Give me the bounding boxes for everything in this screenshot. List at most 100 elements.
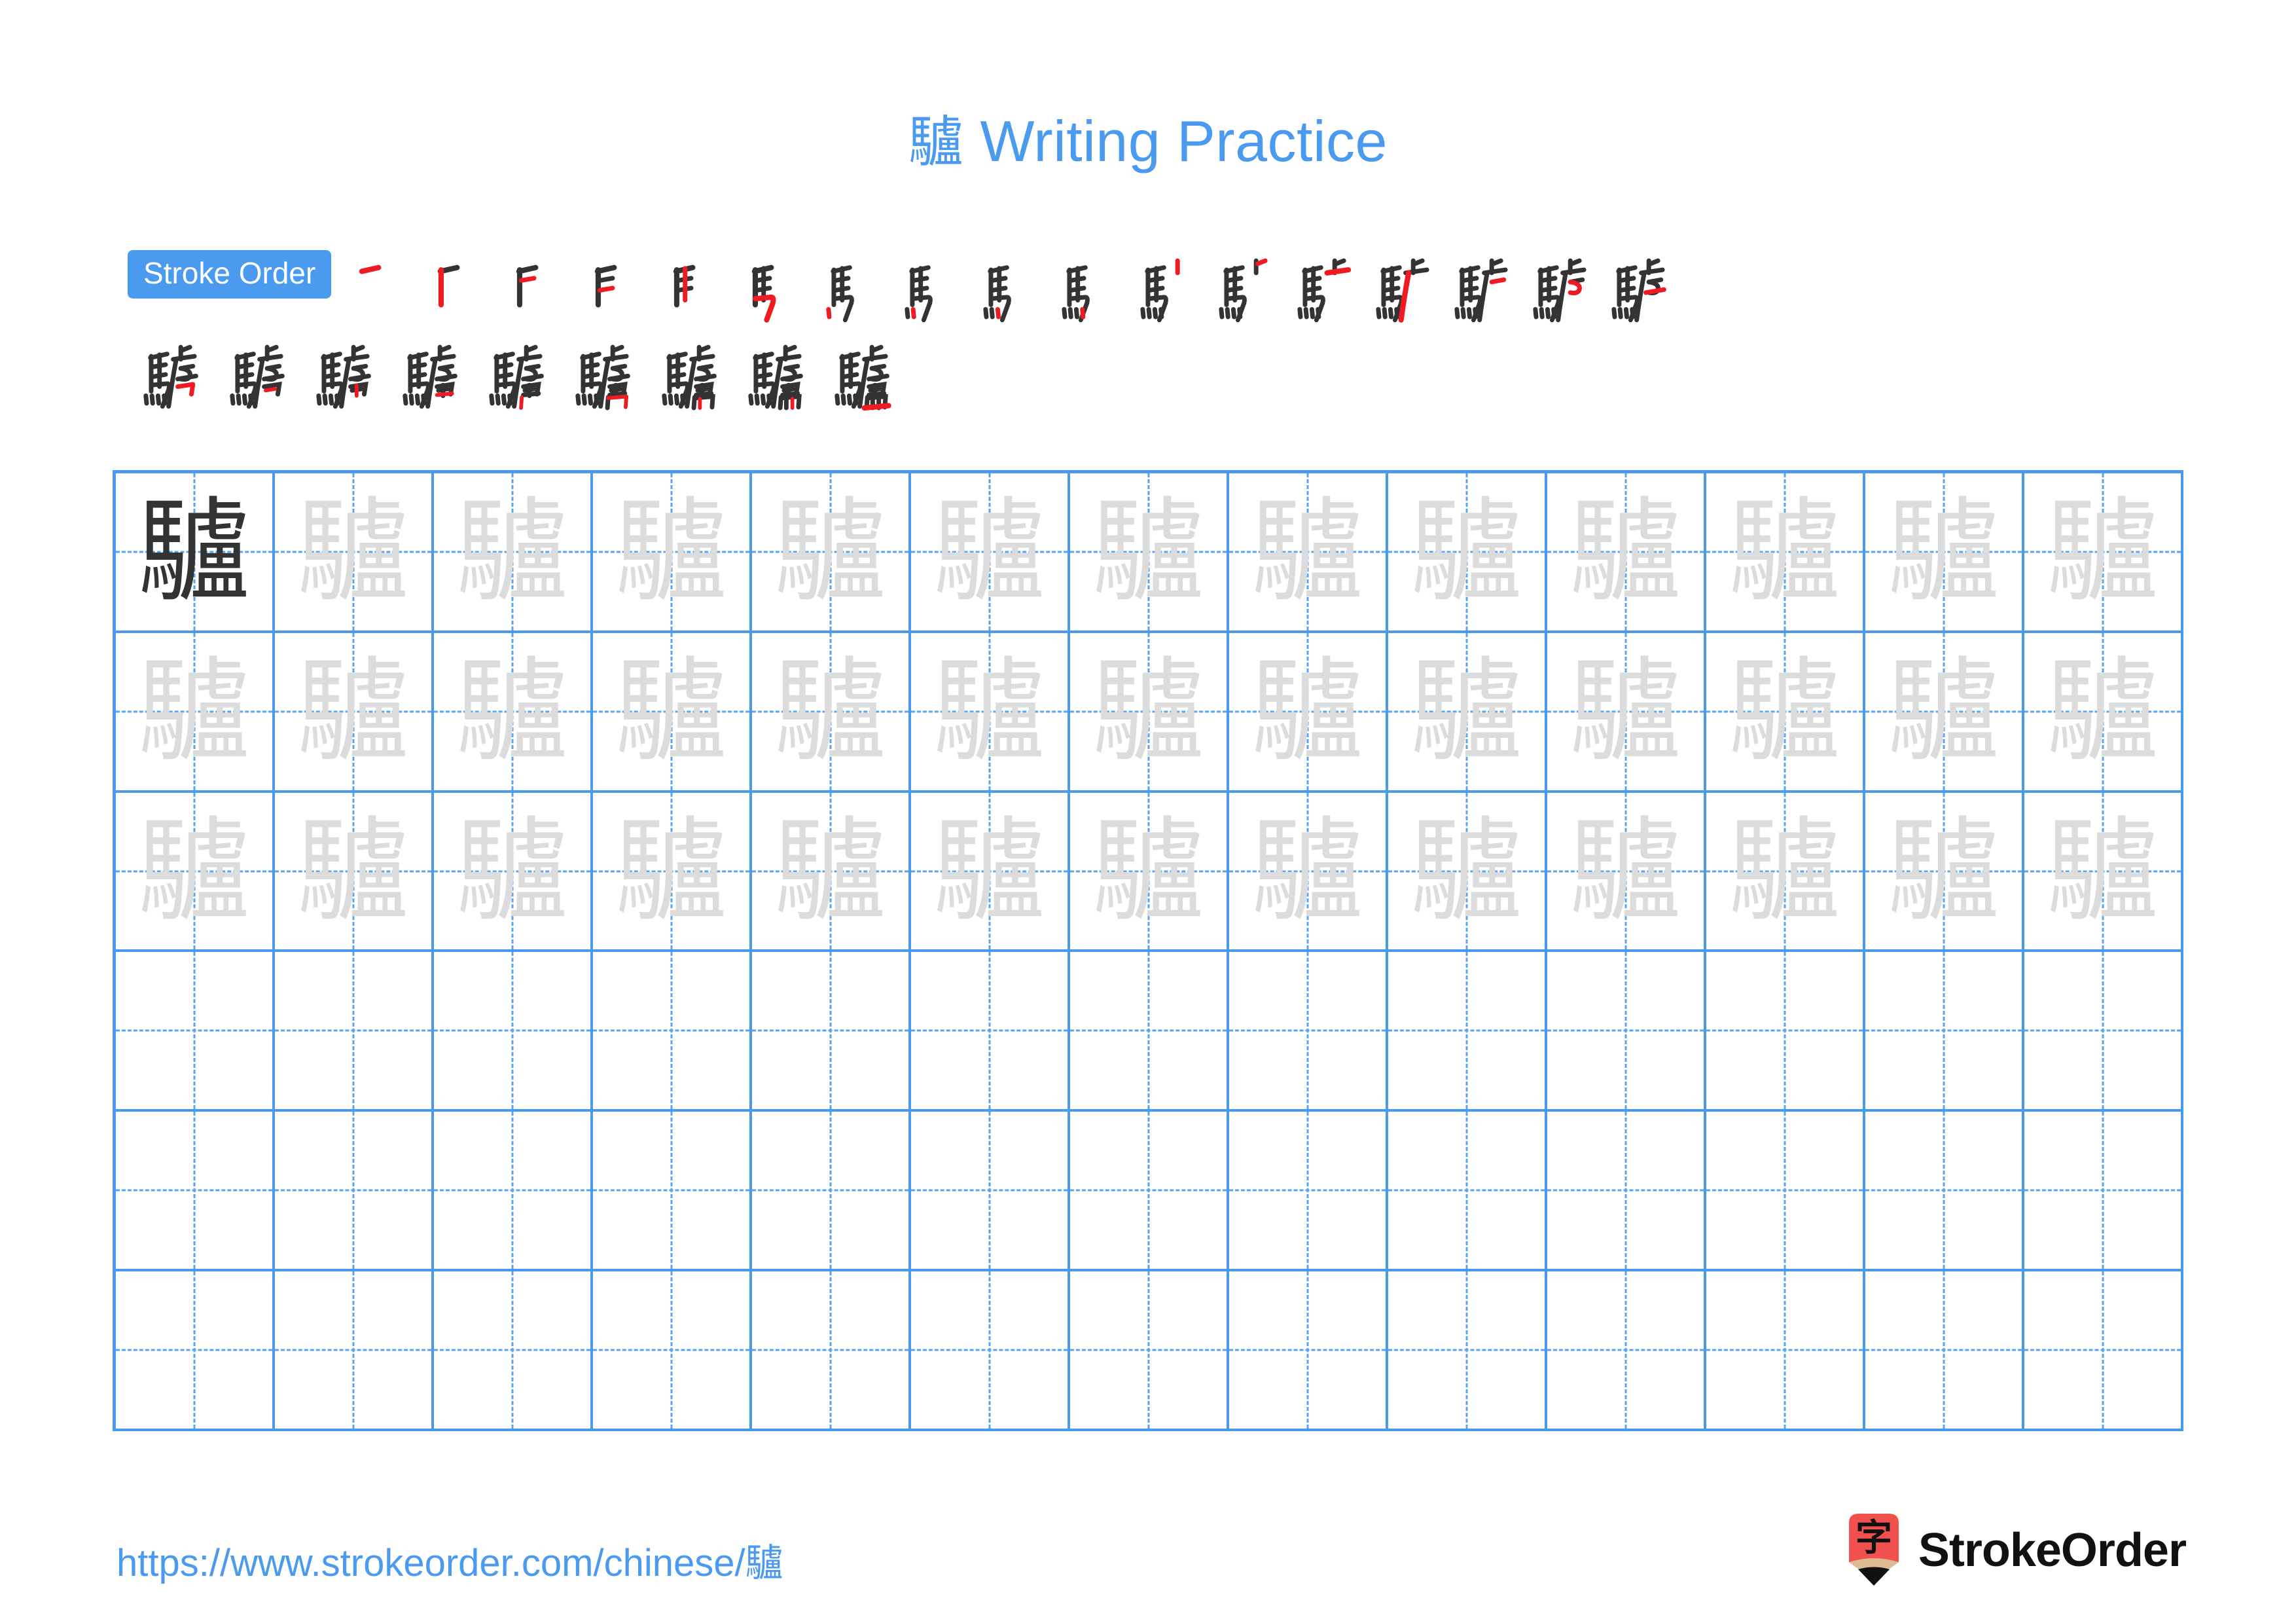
practice-cell-r4-c2[interactable] — [275, 952, 434, 1112]
practice-cell-r1-c2[interactable]: 驢 — [275, 473, 434, 633]
practice-cell-r6-c10[interactable] — [1547, 1271, 1706, 1431]
practice-cell-r6-c8[interactable] — [1229, 1271, 1388, 1431]
trace-character: 驢 — [1569, 485, 1682, 617]
practice-cell-r3-c9[interactable]: 驢 — [1388, 792, 1547, 953]
practice-cell-r3-c2[interactable]: 驢 — [275, 792, 434, 953]
stroke-step-14 — [1360, 250, 1436, 326]
practice-cell-r5-c6[interactable] — [911, 1112, 1070, 1272]
practice-cell-r2-c13[interactable]: 驢 — [2024, 632, 2183, 793]
practice-cell-r1-c13[interactable]: 驢 — [2024, 473, 2183, 633]
practice-cell-r6-c6[interactable] — [911, 1271, 1070, 1431]
practice-cell-r3-c4[interactable]: 驢 — [593, 792, 752, 953]
practice-cell-r3-c8[interactable]: 驢 — [1229, 792, 1388, 953]
practice-cell-r6-c5[interactable] — [752, 1271, 911, 1431]
practice-cell-r2-c1[interactable]: 驢 — [116, 632, 275, 793]
practice-cell-r3-c5[interactable]: 驢 — [752, 792, 911, 953]
practice-cell-r5-c12[interactable] — [1865, 1112, 2024, 1272]
practice-cell-r2-c7[interactable]: 驢 — [1070, 632, 1229, 793]
practice-cell-r6-c13[interactable] — [2024, 1271, 2183, 1431]
practice-cell-r1-c10[interactable]: 驢 — [1547, 473, 1706, 633]
practice-cell-r3-c12[interactable]: 驢 — [1865, 792, 2024, 953]
practice-cell-r2-c2[interactable]: 驢 — [275, 632, 434, 793]
practice-cell-r5-c8[interactable] — [1229, 1112, 1388, 1272]
stroke-step-2 — [418, 250, 493, 326]
stroke-step-3 — [496, 250, 572, 326]
practice-cell-r4-c11[interactable] — [1706, 952, 1865, 1112]
practice-cell-r2-c5[interactable]: 驢 — [752, 632, 911, 793]
practice-cell-r6-c1[interactable] — [116, 1271, 275, 1431]
practice-cell-r1-c9[interactable]: 驢 — [1388, 473, 1547, 633]
stroke-step-23 — [560, 337, 636, 412]
trace-character: 驢 — [615, 645, 728, 777]
practice-cell-r4-c3[interactable] — [434, 952, 593, 1112]
practice-cell-r5-c7[interactable] — [1070, 1112, 1229, 1272]
trace-character: 驢 — [615, 805, 728, 937]
practice-cell-r5-c11[interactable] — [1706, 1112, 1865, 1272]
practice-cell-r5-c1[interactable] — [116, 1112, 275, 1272]
practice-cell-r2-c8[interactable]: 驢 — [1229, 632, 1388, 793]
practice-cell-r4-c5[interactable] — [752, 952, 911, 1112]
practice-cell-r3-c3[interactable]: 驢 — [434, 792, 593, 953]
practice-cell-r1-c7[interactable]: 驢 — [1070, 473, 1229, 633]
practice-cell-r2-c4[interactable]: 驢 — [593, 632, 752, 793]
practice-cell-r2-c10[interactable]: 驢 — [1547, 632, 1706, 793]
footer-logo[interactable]: 字 StrokeOrder — [1844, 1512, 2187, 1588]
stroke-step-11 — [1124, 250, 1200, 326]
practice-cell-r4-c10[interactable] — [1547, 952, 1706, 1112]
practice-cell-r4-c9[interactable] — [1388, 952, 1547, 1112]
practice-cell-r6-c12[interactable] — [1865, 1271, 2024, 1431]
stroke-step-17 — [1596, 250, 1672, 326]
page-title: 驢 Writing Practice — [0, 98, 2296, 177]
pencil-logo-icon: 字 — [1844, 1512, 1904, 1588]
practice-cell-r4-c12[interactable] — [1865, 952, 2024, 1112]
practice-cell-r6-c2[interactable] — [275, 1271, 434, 1431]
practice-cell-r4-c1[interactable] — [116, 952, 275, 1112]
practice-cell-r3-c7[interactable]: 驢 — [1070, 792, 1229, 953]
practice-cell-r1-c12[interactable]: 驢 — [1865, 473, 2024, 633]
practice-cell-r6-c11[interactable] — [1706, 1271, 1865, 1431]
practice-cell-r6-c4[interactable] — [593, 1271, 752, 1431]
model-character: 驢 — [137, 485, 251, 617]
trace-character: 驢 — [1410, 485, 1523, 617]
practice-cell-r2-c3[interactable]: 驢 — [434, 632, 593, 793]
practice-cell-r4-c13[interactable] — [2024, 952, 2183, 1112]
practice-cell-r5-c4[interactable] — [593, 1112, 752, 1272]
practice-cell-r6-c3[interactable] — [434, 1271, 593, 1431]
practice-cell-r1-c8[interactable]: 驢 — [1229, 473, 1388, 633]
practice-cell-r4-c6[interactable] — [911, 952, 1070, 1112]
practice-cell-r3-c11[interactable]: 驢 — [1706, 792, 1865, 953]
trace-character: 驢 — [933, 485, 1046, 617]
practice-cell-r3-c10[interactable]: 驢 — [1547, 792, 1706, 953]
practice-cell-r6-c7[interactable] — [1070, 1271, 1229, 1431]
practice-cell-r5-c9[interactable] — [1388, 1112, 1547, 1272]
practice-cell-r4-c8[interactable] — [1229, 952, 1388, 1112]
trace-character: 驢 — [1728, 645, 1841, 777]
practice-cell-r5-c5[interactable] — [752, 1112, 911, 1272]
practice-cell-r5-c13[interactable] — [2024, 1112, 2183, 1272]
practice-cell-r1-c1[interactable]: 驢 — [116, 473, 275, 633]
stroke-step-16 — [1517, 250, 1593, 326]
practice-cell-r1-c4[interactable]: 驢 — [593, 473, 752, 633]
practice-cell-r1-c11[interactable]: 驢 — [1706, 473, 1865, 633]
practice-cell-r2-c11[interactable]: 驢 — [1706, 632, 1865, 793]
practice-cell-r5-c3[interactable] — [434, 1112, 593, 1272]
footer-url[interactable]: https://www.strokeorder.com/chinese/驢 — [117, 1532, 783, 1587]
practice-cell-r3-c6[interactable]: 驢 — [911, 792, 1070, 953]
trace-character: 驢 — [1251, 805, 1364, 937]
practice-cell-r2-c9[interactable]: 驢 — [1388, 632, 1547, 793]
practice-cell-r2-c6[interactable]: 驢 — [911, 632, 1070, 793]
practice-cell-r4-c4[interactable] — [593, 952, 752, 1112]
practice-cell-r2-c12[interactable]: 驢 — [1865, 632, 2024, 793]
practice-cell-r5-c2[interactable] — [275, 1112, 434, 1272]
practice-cell-r5-c10[interactable] — [1547, 1112, 1706, 1272]
practice-cell-r3-c13[interactable]: 驢 — [2024, 792, 2183, 953]
practice-cell-r1-c3[interactable]: 驢 — [434, 473, 593, 633]
practice-cell-r6-c9[interactable] — [1388, 1271, 1547, 1431]
practice-cell-r3-c1[interactable]: 驢 — [116, 792, 275, 953]
practice-cell-r1-c6[interactable]: 驢 — [911, 473, 1070, 633]
trace-character: 驢 — [933, 645, 1046, 777]
practice-cell-r4-c7[interactable] — [1070, 952, 1229, 1112]
practice-cell-r1-c5[interactable]: 驢 — [752, 473, 911, 633]
trace-character: 驢 — [2046, 645, 2159, 777]
trace-character: 驢 — [1410, 805, 1523, 937]
